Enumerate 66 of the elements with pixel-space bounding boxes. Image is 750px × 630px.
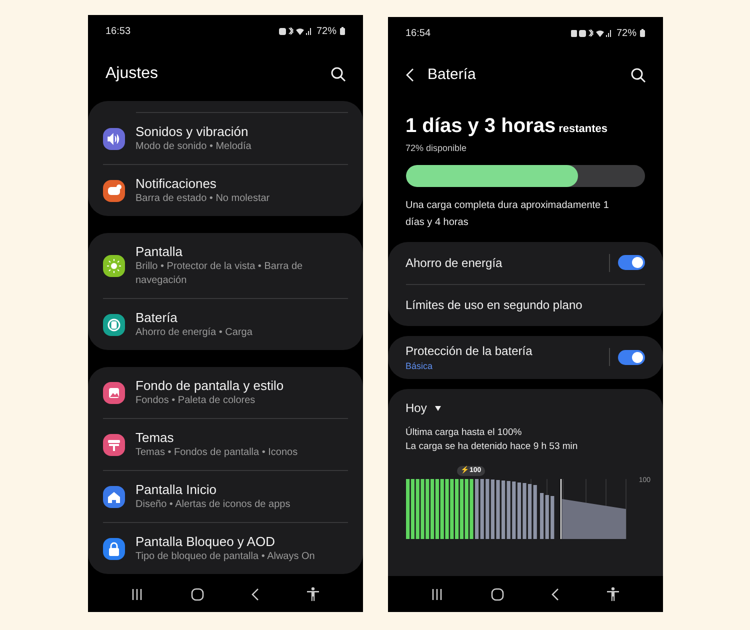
item-subtitle: Barra de estado • No molestar [136, 192, 270, 206]
page-title: Ajustes [106, 64, 158, 84]
settings-item[interactable]: Pantalla Inicio Diseño • Alertas de iconos de apps [102, 470, 348, 522]
settings-row[interactable]: Ahorro de energía [406, 242, 644, 284]
forecast-area [562, 499, 626, 539]
remaining-unit: restantes [558, 122, 608, 137]
battery-percent: 72% [316, 24, 336, 38]
battery-icon [640, 29, 644, 37]
remaining-time: 1 días y 3 horas [406, 114, 556, 139]
period-dropdown[interactable]: Hoy [406, 399, 441, 417]
settings-item[interactable]: Fondo de pantalla y estilo Fondos • Paleta de colores [102, 367, 348, 418]
charge-stopped-text: La carga se ha detenido hace 9 h 53 min [406, 440, 579, 454]
row-sublabel: Básica [406, 360, 434, 372]
settings-row[interactable]: Límites de uso en segundo plano [406, 284, 644, 326]
page-title: Batería [428, 64, 476, 85]
item-title: Temas [136, 429, 175, 446]
item-title: Pantalla [136, 243, 184, 260]
item-subtitle: Fondos • Paleta de colores [136, 394, 256, 408]
settings-item[interactable]: Batería Ahorro de energía • Carga [102, 298, 348, 350]
row-label: Protección de la batería [406, 342, 532, 360]
item-title: Sonidos y vibración [136, 123, 250, 140]
dropdown-caret-icon [434, 406, 441, 410]
item-subtitle: Temas • Fondos de pantalla • Iconos [136, 446, 298, 460]
home-icon[interactable] [490, 588, 504, 600]
status-icons [279, 26, 314, 36]
item-subtitle: Ahorro de energía • Carga [136, 326, 252, 340]
item-title: Fondo de pantalla y estilo [136, 377, 284, 394]
toggle-switch[interactable] [618, 350, 644, 365]
available-percent: 72% disponible [406, 142, 468, 155]
row-label: Límites de uso en segundo plano [406, 297, 582, 314]
home-icon[interactable] [190, 588, 204, 600]
item-title: Pantalla Inicio [136, 481, 218, 498]
item-title: Batería [136, 309, 178, 326]
recent-apps-icon[interactable] [431, 588, 444, 600]
toggle-switch[interactable] [618, 255, 644, 270]
settings-item[interactable]: Pantalla Brillo • Protector de la vista • Barra de navegación [102, 233, 348, 298]
search-icon[interactable] [330, 66, 346, 82]
back-icon[interactable] [251, 588, 260, 600]
full-charge-note: Una carga completa dura aproximadamente 1 días y 4 horas [406, 198, 610, 230]
accessibility-icon[interactable] [606, 587, 619, 601]
usage-bar [522, 483, 526, 539]
settings-row[interactable]: Protección de la batería Básica [406, 336, 644, 379]
back-icon[interactable] [551, 588, 560, 600]
item-subtitle: Modo de sonido • Melodía [136, 140, 252, 154]
battery-icon [340, 27, 344, 35]
status-icons [571, 28, 614, 38]
status-time: 16:54 [406, 26, 431, 40]
item-subtitle: Tipo de bloqueo de pantalla • Always On [136, 550, 315, 564]
item-subtitle: Brillo • Protector de la vista • Barra de navegación [136, 260, 304, 288]
usage-bar [496, 480, 500, 539]
last-charge-text: Última carga hasta el 100% [406, 426, 523, 440]
settings-item[interactable]: Temas Temas • Fondos de pantalla • Iconos [102, 418, 348, 470]
recent-apps-icon[interactable] [131, 588, 144, 600]
accessibility-icon[interactable] [306, 587, 319, 601]
current-time-line [560, 478, 561, 539]
battery-percent: 72% [616, 26, 636, 40]
item-title: Notificaciones [136, 175, 218, 192]
item-title: Pantalla Bloqueo y AOD [136, 533, 276, 550]
search-icon[interactable] [630, 68, 646, 82]
settings-item[interactable]: Notificaciones Barra de estado • No molestar [102, 164, 348, 216]
usage-bar [550, 496, 554, 539]
status-time: 16:53 [106, 24, 131, 38]
settings-item[interactable]: Sonidos y vibración Modo de sonido • Melodía [102, 113, 348, 164]
row-label: Ahorro de energía [406, 254, 502, 272]
item-subtitle: Diseño • Alertas de iconos de apps [136, 498, 290, 512]
settings-item[interactable]: Pantalla Bloqueo y AOD Tipo de bloqueo de pantalla • Always On [102, 522, 348, 574]
